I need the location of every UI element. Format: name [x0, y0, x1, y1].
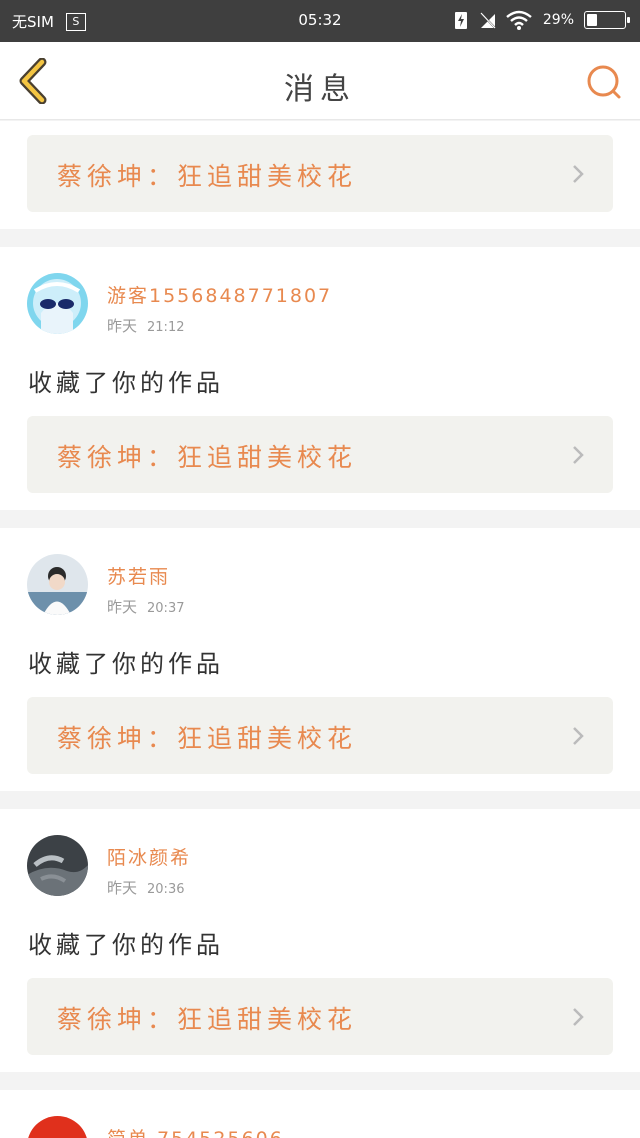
work-title: 蔡徐坤：狂追甜美校花 [57, 443, 358, 472]
message-time: 昨天 20:37 [107, 598, 185, 616]
avatar[interactable] [27, 1116, 88, 1138]
work-link[interactable]: 蔡徐坤：狂追甜美校花 [27, 135, 613, 212]
action-text: 收藏了你的作品 [28, 931, 224, 959]
nav-bar: 消息 [0, 42, 640, 120]
user-name[interactable]: 游客1556848771807 [107, 281, 332, 308]
action-text: 收藏了你的作品 [28, 650, 224, 678]
work-title: 蔡徐坤：狂追甜美校花 [57, 162, 358, 191]
message-time: 昨天 21:12 [107, 317, 185, 335]
work-link[interactable]: 蔡徐坤：狂追甜美校花 [27, 416, 613, 493]
chevron-right-icon [573, 446, 584, 464]
charging-icon [453, 10, 469, 30]
message-card-partial: 简单 754525606 [0, 1090, 640, 1138]
wifi-icon [505, 10, 533, 30]
user-name[interactable]: 苏若雨 [107, 562, 170, 589]
message-card-partial: 蔡徐坤：狂追甜美校花 [0, 121, 640, 229]
battery-icon [584, 11, 630, 29]
search-button[interactable] [584, 62, 624, 102]
status-bar: 无SIM S 05:32 29% [0, 0, 640, 42]
search-icon [587, 65, 621, 99]
page-title: 消息 [284, 72, 356, 107]
work-link[interactable]: 蔡徐坤：狂追甜美校花 [27, 978, 613, 1055]
status-right: 29% [453, 10, 630, 30]
work-link[interactable]: 蔡徐坤：狂追甜美校花 [27, 697, 613, 774]
message-card: 游客1556848771807 昨天 21:12 收藏了你的作品 蔡徐坤：狂追甜美… [0, 247, 640, 510]
avatar[interactable] [27, 835, 88, 896]
action-text: 收藏了你的作品 [28, 369, 224, 397]
avatar[interactable] [27, 554, 88, 615]
message-time: 昨天 20:36 [107, 879, 185, 897]
work-title: 蔡徐坤：狂追甜美校花 [57, 724, 358, 753]
no-signal-icon [479, 10, 497, 30]
message-card: 苏若雨 昨天 20:37 收藏了你的作品 蔡徐坤：狂追甜美校花 [0, 528, 640, 791]
user-name[interactable]: 简单 754525606 [107, 1124, 284, 1138]
chevron-right-icon [573, 727, 584, 745]
avatar[interactable] [27, 273, 88, 334]
work-title: 蔡徐坤：狂追甜美校花 [57, 1005, 358, 1034]
battery-percent: 29% [542, 12, 574, 28]
chevron-right-icon [573, 1008, 584, 1026]
user-name[interactable]: 陌冰颜希 [107, 843, 191, 870]
chevron-right-icon [573, 165, 584, 183]
message-card: 陌冰颜希 昨天 20:36 收藏了你的作品 蔡徐坤：狂追甜美校花 [0, 809, 640, 1072]
